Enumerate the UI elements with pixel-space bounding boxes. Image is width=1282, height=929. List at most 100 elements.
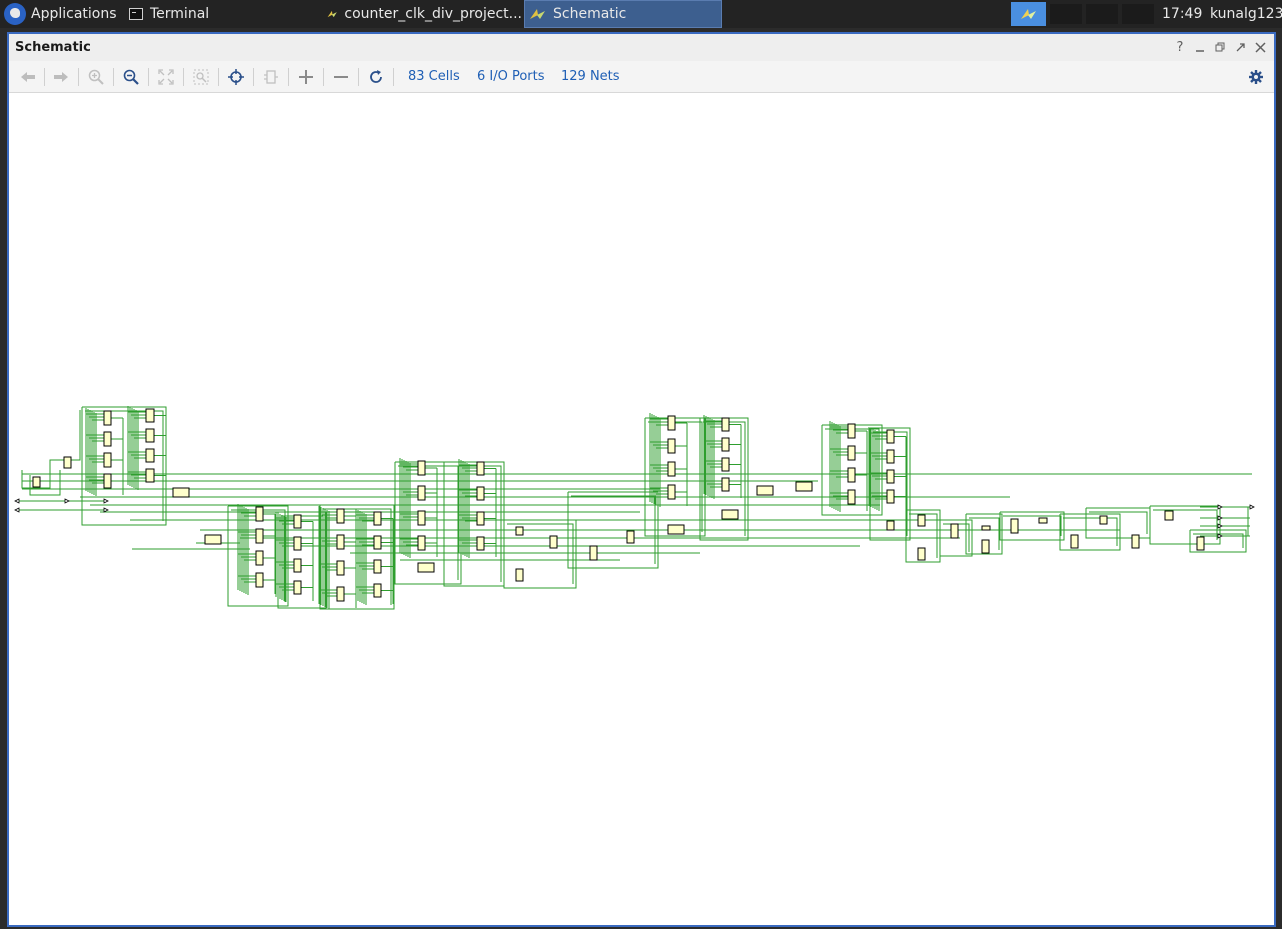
cell[interactable] [950,523,959,539]
cell[interactable] [886,449,895,464]
maximize-icon[interactable] [1232,39,1248,55]
cell[interactable] [145,448,155,463]
io-port[interactable] [64,498,70,504]
cell[interactable] [476,536,485,551]
schematic-canvas[interactable] [9,94,1274,925]
cell[interactable] [1131,534,1140,549]
cell[interactable] [795,481,813,492]
cell[interactable] [721,457,730,472]
zoom-fit-icon[interactable] [155,67,177,87]
io-port[interactable] [14,507,20,513]
cell[interactable] [63,456,72,469]
cell[interactable] [255,550,264,566]
cell[interactable] [476,486,485,501]
cell[interactable] [667,438,676,454]
net-wire[interactable] [21,410,81,489]
cell[interactable] [756,485,774,496]
cell[interactable] [373,559,382,574]
io-port[interactable] [1217,533,1223,539]
back-icon[interactable] [17,67,39,87]
cell[interactable] [981,525,991,531]
cell[interactable] [847,423,856,439]
cell[interactable] [293,514,302,529]
cell[interactable] [32,476,41,488]
cell[interactable] [515,568,524,582]
cell[interactable] [589,545,598,561]
workspace-slot[interactable] [1050,4,1082,24]
cell[interactable] [103,473,112,489]
cell[interactable] [417,562,435,573]
cell[interactable] [103,410,112,426]
cell[interactable] [373,583,382,598]
cell[interactable] [172,487,190,498]
cell[interactable] [886,429,895,444]
remove-icon[interactable] [330,67,352,87]
cell[interactable] [336,560,345,576]
settings-icon[interactable] [1245,67,1267,87]
cell[interactable] [549,535,558,549]
refresh-icon[interactable] [365,67,387,87]
schematic-diagram[interactable] [9,94,1274,925]
cell[interactable] [626,530,635,544]
cell[interactable] [293,558,302,573]
cell[interactable] [336,508,345,524]
workspace-slot[interactable] [1122,4,1154,24]
nets-count-link[interactable]: 129 Nets [561,69,620,84]
io-port[interactable] [103,507,109,513]
cell[interactable] [417,485,426,501]
zoom-out-icon[interactable] [120,67,142,87]
net-wire[interactable] [281,515,324,604]
io-port[interactable] [1217,515,1223,521]
cell[interactable] [476,511,485,526]
task-schematic[interactable]: Schematic [524,0,722,28]
applications-menu[interactable]: Applications [0,0,118,28]
cell[interactable] [1164,510,1174,521]
select-icon[interactable] [225,67,247,87]
cell[interactable] [667,415,676,431]
cell[interactable] [145,428,155,443]
cell[interactable] [721,437,730,452]
net-wire[interactable] [447,465,502,582]
cell[interactable] [103,431,112,447]
io-port[interactable] [1217,504,1223,510]
cell[interactable] [886,489,895,504]
io-ports-count-link[interactable]: 6 I/O Ports [477,69,545,84]
cell[interactable] [373,535,382,550]
cell[interactable] [336,534,345,550]
forward-icon[interactable] [50,67,72,87]
net-wire[interactable] [1059,513,1121,551]
cell[interactable] [293,536,302,551]
cell[interactable] [373,511,382,526]
cell[interactable] [886,520,895,531]
collapse-icon[interactable] [260,67,282,87]
cell[interactable] [417,535,426,551]
cell[interactable] [667,524,685,535]
cell[interactable] [917,547,926,561]
cell[interactable] [515,526,524,536]
cell[interactable] [255,572,264,588]
cell[interactable] [1070,534,1079,549]
cell[interactable] [1196,536,1205,551]
restore-icon[interactable] [1212,39,1228,55]
cell[interactable] [1038,517,1048,524]
cell[interactable] [255,506,264,522]
zoom-selection-icon[interactable] [190,67,212,87]
workspace-active[interactable] [1011,2,1046,26]
cell[interactable] [255,528,264,544]
io-port[interactable] [1249,504,1255,510]
io-port[interactable] [14,498,20,504]
cell[interactable] [417,460,426,476]
cell[interactable] [721,509,739,520]
cell[interactable] [293,580,302,595]
expand-icon[interactable] [295,67,317,87]
cell[interactable] [917,514,926,527]
io-port[interactable] [1217,523,1223,529]
cell[interactable] [667,461,676,477]
cell[interactable] [476,461,485,476]
cell[interactable] [721,477,730,492]
cell[interactable] [667,484,676,500]
net-wire[interactable] [1089,511,1148,534]
help-icon[interactable]: ? [1172,39,1188,55]
cell[interactable] [336,586,345,602]
close-icon[interactable] [1252,39,1268,55]
